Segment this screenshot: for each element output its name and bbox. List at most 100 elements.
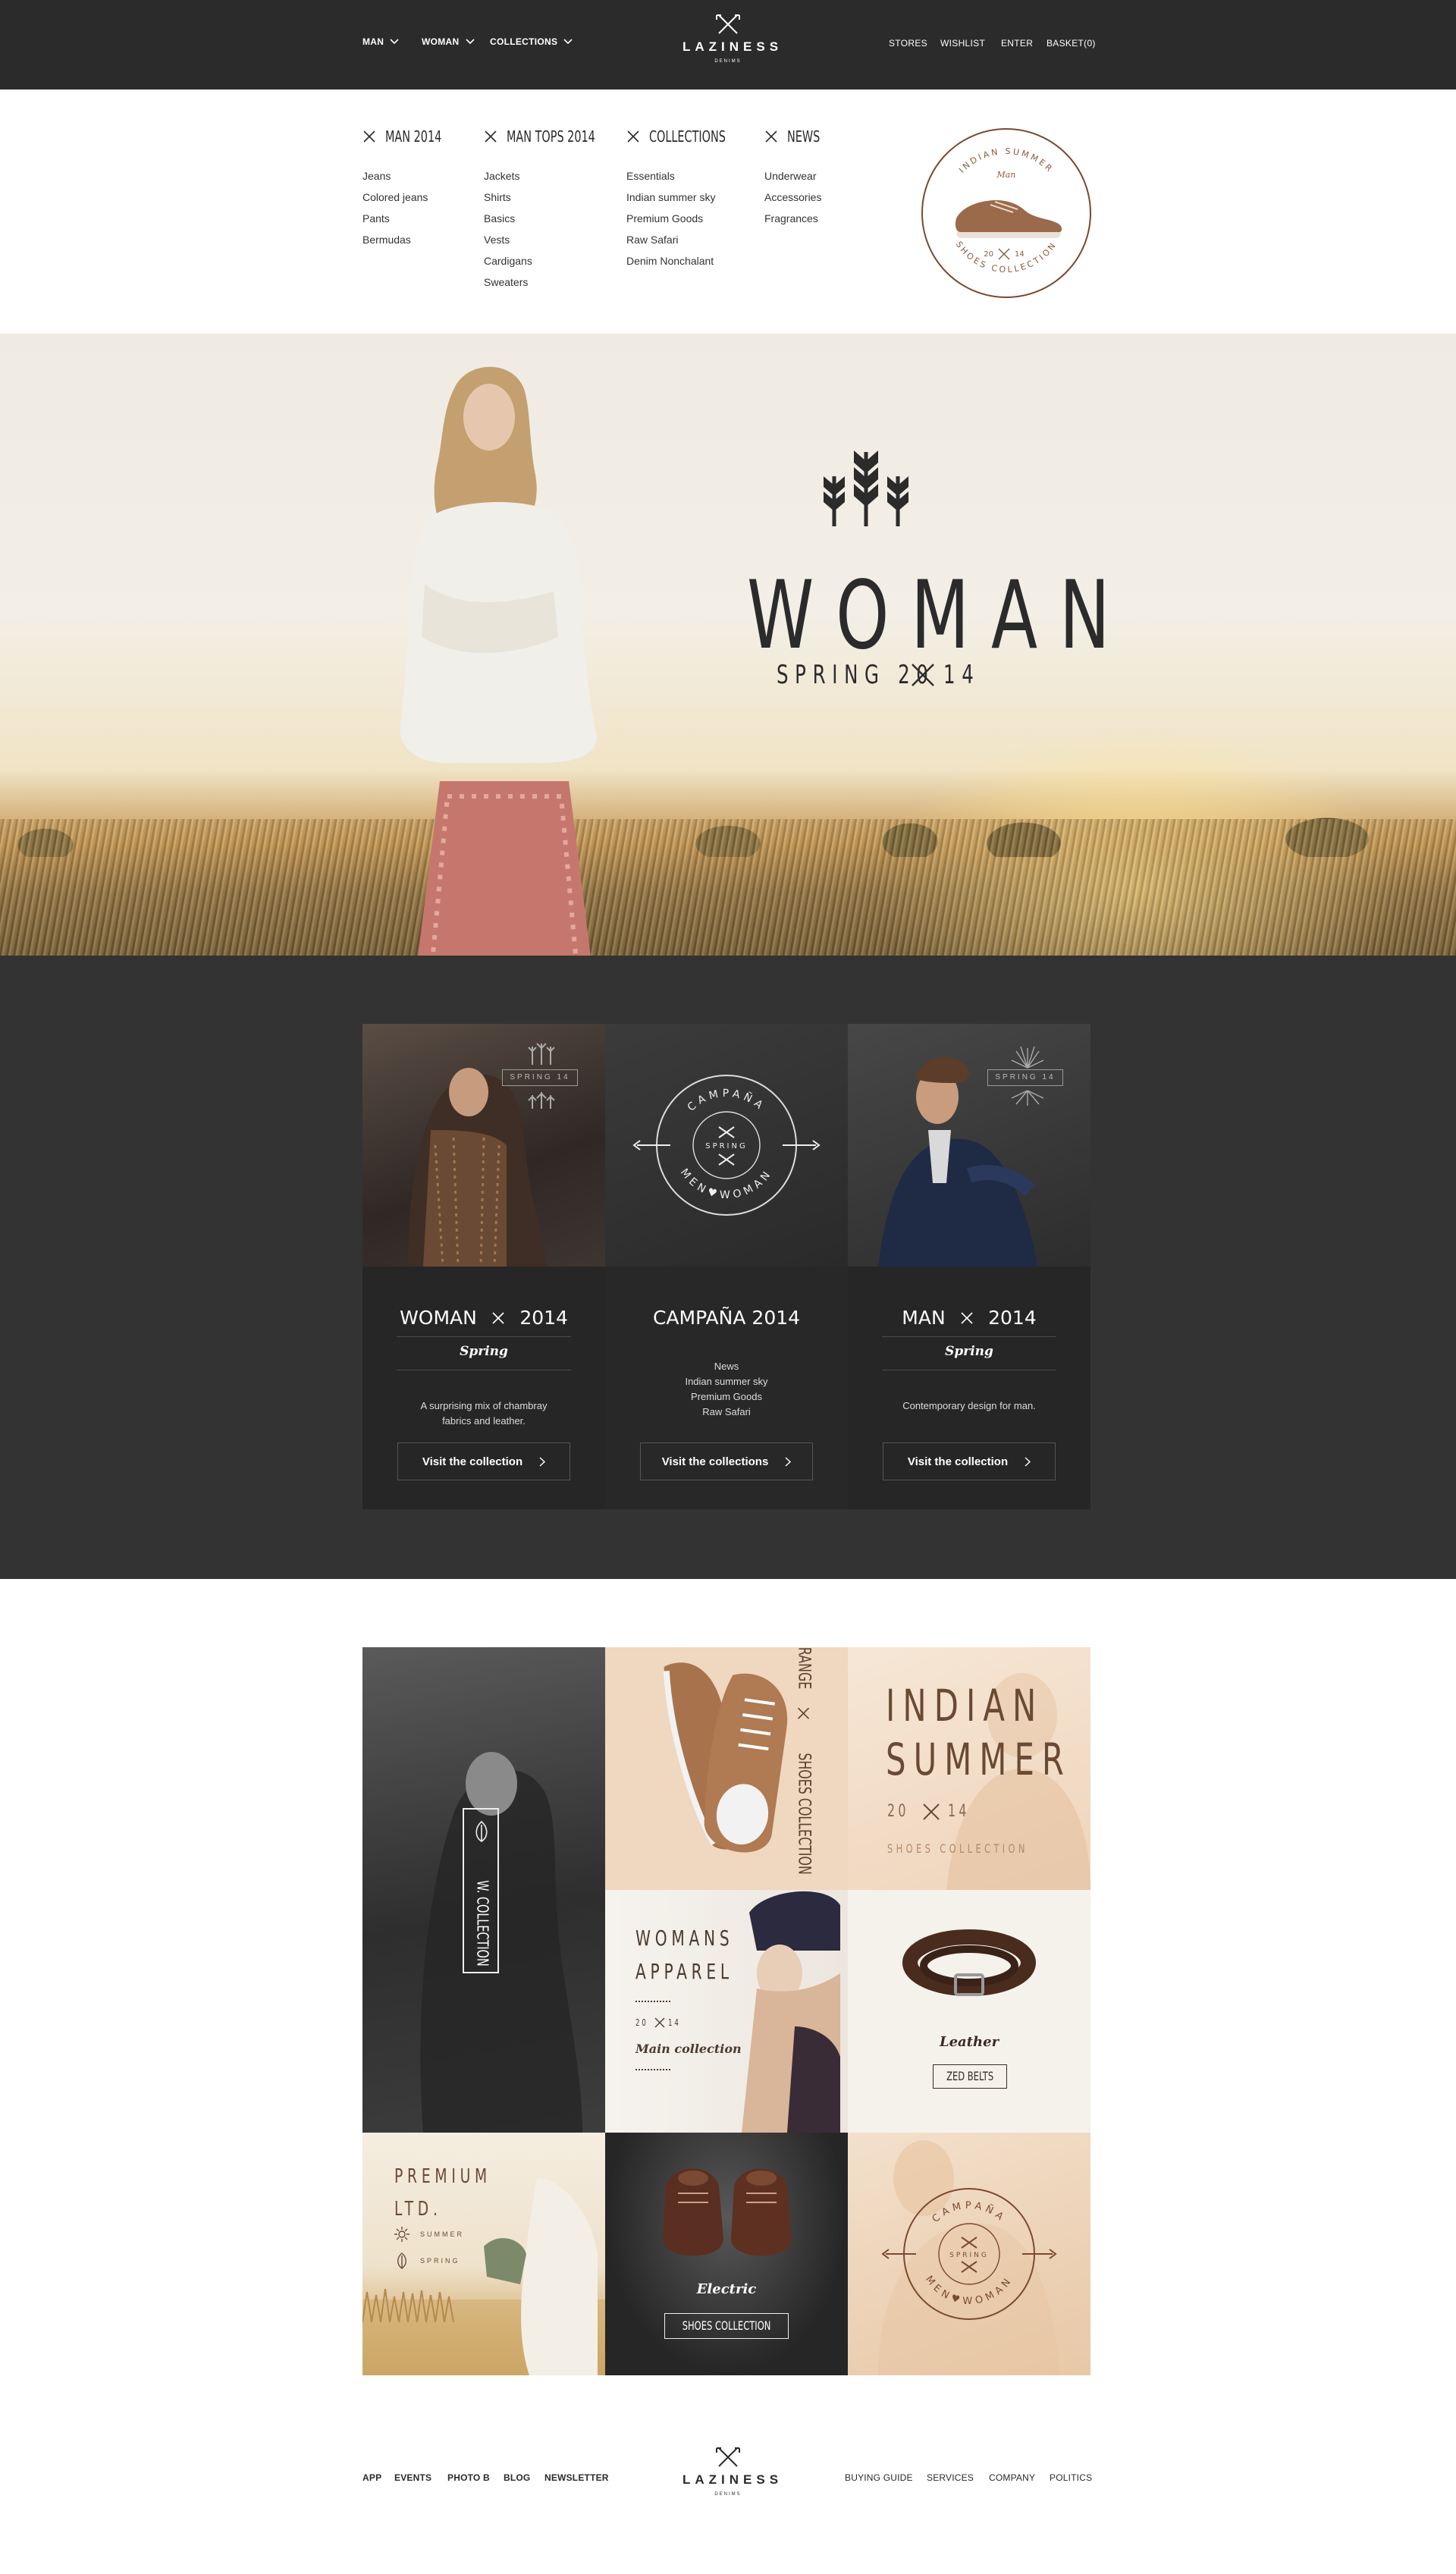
menu-item-sweaters[interactable]: Sweaters: [484, 272, 532, 293]
menu-item-fragrances[interactable]: Fragrances: [764, 208, 821, 229]
ltd-text: LTD.: [394, 2198, 442, 2221]
indian-year-left: 20: [887, 1802, 909, 1821]
card-description: Contemporary design for man.: [902, 1400, 1036, 1411]
chevron-down-icon: [390, 39, 399, 45]
shoes-collection-button[interactable]: SHOES COLLECTION: [664, 2313, 789, 2339]
nav-stores[interactable]: STORES: [889, 38, 927, 49]
indian-year-right: 14: [948, 1802, 970, 1821]
footer-link-app[interactable]: APP: [362, 2472, 381, 2483]
svg-text:MEN♥WOMAN: MEN♥WOMAN: [678, 1166, 775, 1201]
footer-link-blog[interactable]: BLOG: [504, 2472, 530, 2483]
menu-item-raw-safari[interactable]: Raw Safari: [626, 229, 715, 250]
footer-link-services[interactable]: SERVICES: [927, 2472, 974, 2483]
card-description-list: News Indian summer sky Premium Goods Raw…: [605, 1359, 848, 1420]
tile-electric-shoes[interactable]: Electric SHOES COLLECTION: [605, 2133, 848, 2375]
badge-circle: INDIAN SUMMER SHOES COLLECTION Man 20 14: [921, 128, 1091, 298]
visit-collection-button[interactable]: Visit the collection: [397, 1442, 570, 1480]
menu-item-basics[interactable]: Basics: [484, 208, 532, 229]
visit-collections-button[interactable]: Visit the collections: [640, 1442, 813, 1480]
menu-item-vests[interactable]: Vests: [484, 229, 532, 250]
button-label: Visit the collection: [907, 1455, 1009, 1468]
man-card-image[interactable]: SPRING 14: [848, 1024, 1090, 1267]
menu-item-denim-nonchalant[interactable]: Denim Nonchalant: [626, 250, 715, 272]
footer-link-events[interactable]: EVENTS: [394, 2472, 431, 2483]
campana-badge: CAMPAÑA MEN♥WOMAN SPRING: [632, 1075, 821, 1216]
menu-item-cardigans[interactable]: Cardigans: [484, 250, 532, 272]
menu-list-man-tops: Jackets Shirts Basics Vests Cardigans Sw…: [484, 165, 532, 293]
card-script-text: Spring: [945, 1344, 993, 1359]
menu-item-indian-summer-sky[interactable]: Indian summer sky: [626, 187, 715, 208]
footer-link-buying-guide[interactable]: BUYING GUIDE: [845, 2472, 913, 2483]
wheat-icon: [824, 450, 908, 526]
menu-heading-collections[interactable]: COLLECTIONS: [626, 126, 755, 147]
footer-link-company[interactable]: COMPANY: [989, 2472, 1035, 2483]
campana-sepia-badge: CAMPAÑA MEN♥WOMAN SPRING: [878, 2140, 1060, 2375]
nav-man[interactable]: MAN: [362, 36, 399, 47]
hero-title: WOMAN: [747, 561, 1282, 670]
nav-basket[interactable]: BASKET(0): [1046, 38, 1096, 49]
nav-woman[interactable]: WOMAN: [422, 36, 475, 47]
card-title: MAN 2014: [848, 1306, 1090, 1329]
card-title-right: 2014: [519, 1307, 568, 1329]
tile-range-shoes[interactable]: RANGE SHOES COLLECTION: [605, 1647, 848, 1890]
menu-item-shirts[interactable]: Shirts: [484, 187, 532, 208]
footer-link-newsletter[interactable]: NEWSLETTER: [544, 2472, 609, 2483]
wheat-icon: [528, 1092, 555, 1109]
badge-bottom-text: MEN♥WOMAN: [678, 1166, 771, 1201]
menu-item-accessories[interactable]: Accessories: [764, 187, 821, 208]
tile-indian-summer[interactable]: INDIAN SUMMER 20 14 SHOES COLLECTION: [848, 1647, 1090, 1890]
footer-link-politics[interactable]: POLITICS: [1050, 2472, 1092, 2483]
hero-grass: [0, 819, 1456, 956]
menu-list-man: Jeans Colored jeans Pants Bermudas: [362, 165, 428, 250]
card-link-premium-goods[interactable]: Premium Goods: [605, 1389, 848, 1405]
card-link-news[interactable]: News: [605, 1359, 848, 1374]
button-label: Visit the collection: [422, 1455, 523, 1468]
premium-spring-row: SPRING: [394, 2252, 460, 2269]
menu-heading-man-2014[interactable]: MAN 2014: [362, 126, 463, 147]
leather-script: Leather: [939, 2034, 999, 2050]
womans-text: WOMANS: [635, 1926, 734, 1951]
premium-summer-row: SUMMER: [394, 2227, 464, 2242]
menu-item-premium-goods[interactable]: Premium Goods: [626, 208, 715, 229]
card-link-raw-safari[interactable]: Raw Safari: [605, 1405, 848, 1420]
header-logo[interactable]: LAZINESS DENIMS: [682, 14, 778, 64]
menu-item-jeans[interactable]: Jeans: [362, 165, 428, 187]
indian-summer-badge[interactable]: INDIAN SUMMER SHOES COLLECTION Man 20 14: [921, 127, 1092, 299]
woman-card-image[interactable]: SPRING 14: [362, 1024, 605, 1267]
nav-wishlist[interactable]: WISHLIST: [940, 38, 985, 49]
tile-premium[interactable]: PREMIUM LTD. SUMMER SPRING: [362, 2133, 605, 2375]
cross-icon: [654, 2017, 665, 2028]
card-link-indian-summer-sky[interactable]: Indian summer sky: [605, 1374, 848, 1389]
menu-heading-label: MAN TOPS 2014: [507, 127, 595, 146]
menu-item-underwear[interactable]: Underwear: [764, 165, 821, 187]
indian-text: INDIAN: [886, 1680, 1044, 1731]
menu-item-jackets[interactable]: Jackets: [484, 165, 532, 187]
zed-belts-button[interactable]: ZED BELTS: [933, 2064, 1007, 2089]
badge-year-right: 14: [1015, 250, 1025, 259]
hero-title-text: WOMAN: [747, 561, 1132, 670]
menu-item-essentials[interactable]: Essentials: [626, 165, 715, 187]
menu-heading-man-tops[interactable]: MAN TOPS 2014: [484, 126, 629, 147]
menu-heading-label: NEWS: [787, 127, 821, 146]
spring-label: SPRING: [420, 2257, 460, 2265]
cross-icon: [961, 1312, 973, 1324]
nav-enter[interactable]: ENTER: [1001, 38, 1033, 49]
tile-womans-apparel[interactable]: WOMANS APPAREL 20 14 Main collection: [605, 1890, 848, 2133]
footer-link-photo-b[interactable]: PHOTO B: [447, 2472, 490, 2483]
wheat-icon: [528, 1043, 555, 1065]
man-model-photo: [878, 1056, 1037, 1267]
nav-man-label: MAN: [362, 36, 384, 47]
tile-campana[interactable]: CAMPAÑA MEN♥WOMAN SPRING: [848, 2133, 1090, 2375]
indian-year: 20 14: [887, 1802, 978, 1821]
tile-w-collection[interactable]: W. COLLECTION: [362, 1647, 605, 2133]
visit-collection-button[interactable]: Visit the collection: [883, 1442, 1056, 1480]
nav-collections[interactable]: COLLECTIONS: [490, 36, 573, 47]
menu-item-bermudas[interactable]: Bermudas: [362, 229, 428, 250]
campana-card-image[interactable]: CAMPAÑA MEN♥WOMAN SPRING: [605, 1024, 848, 1267]
footer-logo[interactable]: LAZINESS DENIMS: [682, 2447, 778, 2497]
menu-item-colored-jeans[interactable]: Colored jeans: [362, 187, 428, 208]
menu-item-pants[interactable]: Pants: [362, 208, 428, 229]
tile-leather-belts[interactable]: Leather ZED BELTS: [848, 1890, 1090, 2133]
hero-model-image: [400, 366, 597, 956]
menu-heading-news[interactable]: NEWS: [764, 126, 833, 147]
